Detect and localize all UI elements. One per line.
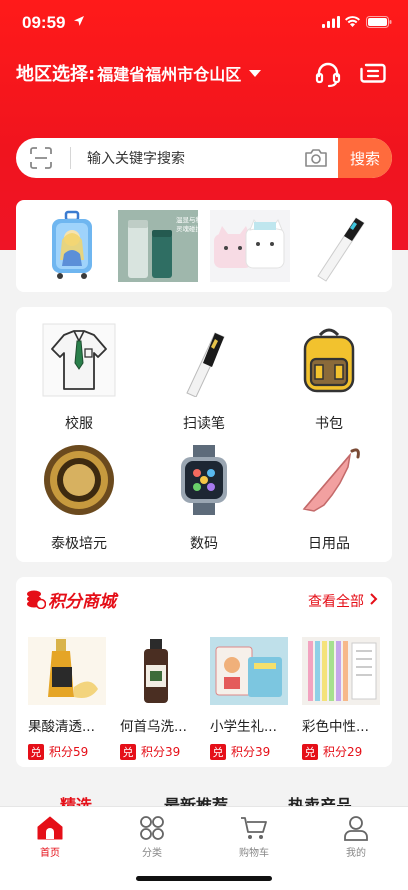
tab-label: 购物车 (239, 848, 269, 859)
taiji-badge-icon (44, 445, 114, 515)
product-name: 彩色中性... (302, 719, 369, 735)
wifi-icon (345, 16, 360, 27)
product-points: 积分29 (323, 745, 363, 759)
kids-suitcase-image[interactable] (36, 210, 108, 282)
scan-pen-icon (186, 332, 225, 398)
category-grid-icon (140, 816, 164, 840)
tab-label: 首页 (40, 848, 60, 859)
mall-product[interactable]: 彩色中性... 兑积分29 (302, 637, 382, 760)
product-points: 积分39 (231, 745, 271, 759)
scan-icon[interactable] (30, 147, 52, 169)
search-input[interactable]: 输入关键字搜索 (87, 148, 304, 168)
mall-product[interactable]: 果酸清透... 兑积分59 (28, 637, 108, 760)
backpack-icon (303, 328, 355, 393)
coins-icon (27, 590, 46, 609)
region-selector[interactable]: 地区选择: 福建省福州市仓山区 (16, 60, 262, 86)
category-label: 日用品 (308, 536, 350, 552)
product-image (28, 637, 106, 705)
tab-category[interactable]: 分类 (122, 811, 182, 859)
category-label: 书包 (315, 416, 343, 432)
caret-down-icon (249, 69, 262, 77)
category-item[interactable]: 日用品 (274, 443, 384, 553)
message-icon[interactable] (360, 62, 386, 86)
category-item[interactable]: 数码 (149, 443, 259, 553)
status-time: 09:59 (22, 13, 66, 32)
product-name: 何首乌洗... (120, 719, 187, 735)
signal-icon (322, 16, 340, 28)
customer-service-icon[interactable] (314, 62, 342, 88)
featured-products-strip: 温显与科技 灵魂碰撞 (16, 200, 392, 292)
battery-icon (366, 16, 392, 28)
thermos-caption-1: 温显与科技 (176, 215, 198, 224)
category-label: 泰极培元 (51, 536, 107, 552)
category-item[interactable]: 扫读笔 (149, 323, 259, 433)
search-bar[interactable]: 输入关键字搜索 搜索 (16, 138, 392, 178)
product-points: 积分39 (141, 745, 181, 759)
home-icon (37, 816, 63, 840)
chevron-right-icon[interactable] (370, 593, 378, 605)
mini-printer-image[interactable] (210, 210, 290, 282)
category-item[interactable]: 书包 (274, 323, 384, 433)
search-divider (70, 147, 71, 169)
user-icon (344, 816, 368, 841)
umbrella-icon (302, 448, 360, 512)
search-button[interactable]: 搜索 (338, 138, 392, 178)
tab-profile[interactable]: 我的 (326, 811, 386, 859)
category-item[interactable]: 校服 (24, 323, 134, 433)
product-points: 积分59 (49, 745, 89, 759)
product-name: 果酸清透... (28, 719, 95, 735)
category-label: 数码 (190, 536, 218, 552)
points-mall: 积分商城 查看全部 果酸清透... 兑积分59 何首乌洗... 兑积分39 小学… (16, 577, 392, 767)
cart-icon (241, 817, 267, 839)
category-label: 扫读笔 (183, 416, 225, 432)
product-name: 小学生礼... (210, 719, 277, 735)
category-grid: 校服 扫读笔 书包 泰极培元 数码 日用品 (16, 307, 392, 562)
region-label: 地区选择: (16, 64, 96, 85)
tab-label: 我的 (346, 848, 366, 859)
location-arrow-icon (74, 16, 84, 26)
redeem-badge: 兑 (210, 743, 226, 760)
thermos-caption-2: 灵魂碰撞 (176, 224, 198, 233)
tab-cart[interactable]: 购物车 (224, 811, 284, 859)
category-label: 校服 (65, 416, 93, 432)
tab-label: 分类 (142, 848, 162, 859)
camera-icon[interactable] (304, 148, 328, 168)
region-value: 福建省福州市仓山区 (97, 65, 242, 84)
mall-title: 积分商城 (48, 592, 116, 612)
product-image (302, 637, 380, 705)
mall-product[interactable]: 小学生礼... 兑积分39 (210, 637, 290, 760)
redeem-badge: 兑 (120, 743, 136, 760)
product-image (120, 637, 198, 705)
status-bar: 09:59 (0, 0, 408, 46)
mall-product[interactable]: 何首乌洗... 兑积分39 (120, 637, 200, 760)
smart-thermos-image[interactable]: 温显与科技 灵魂碰撞 (118, 210, 198, 282)
home-indicator (136, 876, 272, 881)
category-item[interactable]: 泰极培元 (24, 443, 134, 553)
redeem-badge: 兑 (302, 743, 318, 760)
scan-pen-image[interactable] (306, 210, 378, 282)
tab-home[interactable]: 首页 (20, 811, 80, 859)
redeem-badge: 兑 (28, 743, 44, 760)
uniform-shirt-icon (42, 323, 116, 397)
smartwatch-icon (181, 445, 227, 515)
view-all-link[interactable]: 查看全部 (308, 591, 364, 611)
product-image (210, 637, 288, 705)
